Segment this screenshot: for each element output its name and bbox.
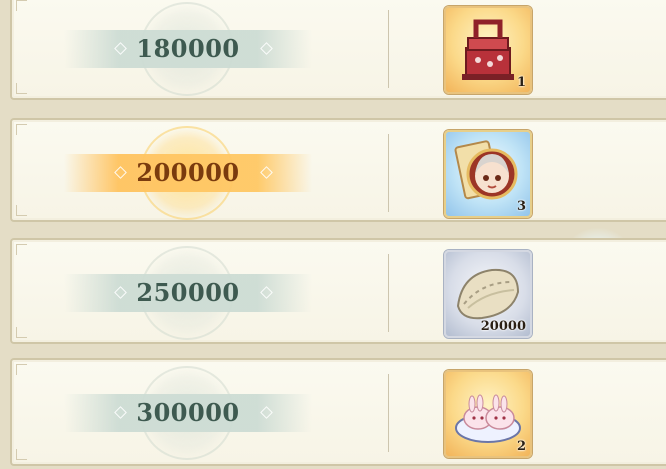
tier-amount: 180000: [136, 34, 240, 63]
divider: [388, 374, 389, 452]
reward-item-slot[interactable]: 1: [444, 6, 532, 94]
reward-quantity: 2: [516, 439, 526, 454]
divider: [388, 134, 389, 212]
tier-amount: 300000: [136, 398, 240, 427]
tier-amount: 200000: [136, 158, 240, 187]
reward-tier-row: 250000 20000: [10, 238, 666, 344]
divider: [388, 10, 389, 88]
reward-item-slot[interactable]: 2: [444, 370, 532, 458]
reward-item-slot[interactable]: 3: [444, 130, 532, 218]
reward-tier-row-highlighted: 200000 3: [10, 118, 666, 304]
divider: [388, 254, 389, 332]
reward-quantity: 1: [516, 75, 526, 90]
tier-amount: 250000: [136, 278, 240, 307]
corner-ornament: [16, 124, 27, 135]
corner-ornament: [16, 205, 27, 216]
reward-tier-row: 180000 1: [10, 0, 666, 100]
corner-ornament: [16, 327, 27, 338]
corner-ornament: [16, 0, 27, 11]
reward-quantity: 20000: [480, 319, 526, 334]
reward-quantity: 3: [516, 199, 526, 214]
reward-tier-list: 180000 1 200000 3 250000 20000 300000 2: [0, 0, 666, 469]
corner-ornament: [16, 364, 27, 375]
corner-ornament: [16, 244, 27, 255]
reward-tier-row: 300000 2: [10, 358, 666, 466]
corner-ornament: [16, 449, 27, 460]
corner-ornament: [16, 83, 27, 94]
reward-item-slot[interactable]: 20000: [444, 250, 532, 338]
